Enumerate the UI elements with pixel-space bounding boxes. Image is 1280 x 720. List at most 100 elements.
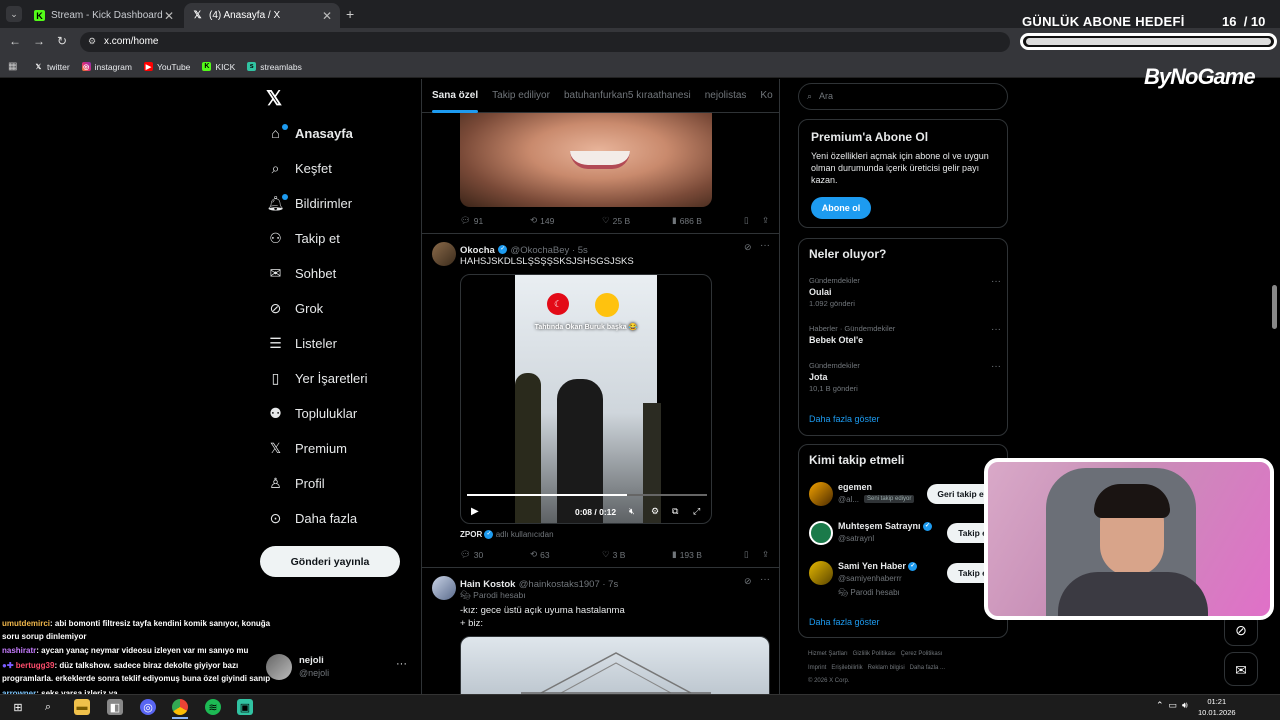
like-button[interactable]: ♡ 3 B — [602, 549, 672, 560]
more-icon[interactable]: ··· — [760, 240, 770, 251]
bookmark-youtube[interactable]: ▶ YouTube — [144, 62, 190, 72]
trend-count: 10,1 B gönderi — [809, 384, 858, 393]
tab-kick-dashboard[interactable]: K Stream - Kick Dashboard ✕ — [26, 3, 182, 28]
footer-links[interactable]: Hizmet Şartları Gizlilik Politikası Çere… — [808, 651, 942, 657]
grok-icon[interactable]: ⊘ — [744, 576, 752, 587]
sidebar-item-listeler[interactable]: ☰ Listeler — [268, 328, 337, 358]
close-icon[interactable]: ✕ — [164, 9, 174, 23]
more-icon[interactable]: ··· — [396, 658, 407, 670]
mute-icon[interactable]: 🔇︎ — [629, 506, 635, 517]
avatar[interactable] — [809, 521, 833, 545]
suggestion-name[interactable]: egemen — [838, 482, 872, 492]
search-input[interactable]: ⌕ Ara — [798, 83, 1008, 110]
app-icon[interactable]: ◧ — [107, 699, 123, 715]
views-button[interactable]: ▮ 193 B — [672, 549, 744, 560]
share-icon[interactable]: ⇪ — [762, 549, 769, 560]
bookmark-icon[interactable]: ▯ — [744, 215, 762, 226]
fullscreen-icon[interactable]: ⤢ — [693, 506, 700, 517]
reply-button[interactable]: 💬︎ 30 — [460, 549, 530, 560]
reply-button[interactable]: 💬︎ 91 — [460, 215, 530, 226]
footer-links[interactable]: Imprint Erişilebilirlik Reklam bilgisi D… — [808, 665, 945, 671]
sidebar-item-profil[interactable]: ♙ Profil — [268, 468, 324, 498]
settings-icon[interactable]: ⚙ — [651, 506, 659, 517]
discord-icon[interactable]: ◎ — [140, 699, 156, 715]
subscribe-button[interactable]: Abone ol — [811, 197, 871, 219]
tab-list-2[interactable]: nejolistas — [705, 90, 747, 101]
forward-button[interactable]: → — [33, 34, 45, 48]
trend-item[interactable]: Haberler · Gündemdekiler Bebek Otel'e ··… — [809, 324, 1001, 354]
tab-x-home[interactable]: 𝕏 (4) Anasayfa / X ✕ — [184, 3, 340, 28]
retweet-button[interactable]: ⟲ 63 — [530, 549, 602, 560]
sidebar-item-premium[interactable]: 𝕏 Premium — [268, 433, 347, 463]
sidebar-item-sohbet[interactable]: ✉ Sohbet — [268, 258, 337, 288]
system-clock[interactable]: 01:21 10.01.2026 — [1198, 696, 1236, 718]
sidebar-item-daha-fazla[interactable]: ⊙ Daha fazla — [268, 503, 358, 533]
trend-item[interactable]: Gündemdekiler Jota 10,1 B gönderi ··· — [809, 361, 1001, 397]
retweet-button[interactable]: ⟲ 149 — [530, 215, 602, 226]
like-button[interactable]: ♡ 25 B — [602, 215, 672, 226]
streamlabs-icon[interactable]: ▣ — [237, 699, 253, 715]
tweet-image[interactable] — [460, 636, 770, 694]
bookmark-twitter[interactable]: 𝕏twitter — [34, 62, 70, 72]
tweet-avatar[interactable] — [432, 242, 456, 266]
feed-tabs: Sana özel Takip ediliyor batuhanfurkan5 … — [422, 79, 779, 113]
grok-icon[interactable]: ⊘ — [744, 242, 752, 253]
sidebar-item-grok[interactable]: ⊘ Grok — [268, 293, 324, 323]
chrome-icon[interactable] — [172, 699, 188, 715]
account-switcher[interactable]: nejoli @nejoli ··· — [266, 650, 416, 684]
trend-item[interactable]: Gündemdekiler Oulai 1.092 gönderi ··· — [809, 276, 1001, 312]
pip-icon[interactable]: ⧉ — [672, 506, 678, 517]
show-more-link[interactable]: Daha fazla göster — [809, 617, 880, 627]
site-info-icon[interactable]: ⚙ — [88, 36, 96, 47]
tab-for-you[interactable]: Sana özel — [432, 90, 479, 113]
close-icon[interactable]: ✕ — [322, 9, 332, 23]
system-tray[interactable]: ⌃▭🔊︎ — [1156, 700, 1193, 711]
tab-search-button[interactable]: ⌄ — [6, 6, 22, 22]
file-explorer-icon[interactable]: ▬ — [74, 699, 90, 715]
spotify-icon[interactable]: ≋ — [205, 699, 221, 715]
bookmark-icon[interactable]: ▯ — [744, 549, 762, 560]
tweet-avatar[interactable] — [432, 576, 456, 600]
back-button[interactable]: ← — [9, 34, 21, 48]
tab-list-3[interactable]: Ko — [760, 90, 772, 101]
share-icon[interactable]: ⇪ — [762, 215, 769, 226]
source-user[interactable]: ZPOR — [460, 530, 482, 539]
sidebar-item-yer-i-şaretleri[interactable]: ▯ Yer İşaretleri — [268, 363, 368, 393]
bookmark-instagram[interactable]: ◎ instagram — [81, 62, 132, 72]
more-icon[interactable]: ··· — [760, 574, 770, 585]
url-input[interactable]: x.com/home — [80, 32, 1010, 52]
post-button[interactable]: Gönderi yayınla — [260, 546, 400, 577]
x-logo-icon[interactable]: 𝕏 — [266, 86, 282, 111]
bookmark-kick[interactable]: K KICK — [202, 62, 235, 72]
new-tab-button[interactable]: + — [346, 6, 354, 22]
reload-button[interactable]: ↻ — [57, 34, 67, 48]
sidebar-item-anasayfa[interactable]: ⌂ Anasayfa — [268, 118, 353, 148]
windows-start-icon[interactable]: ⊞ — [10, 699, 26, 715]
tab-list-1[interactable]: batuhanfurkan5 kıraathanesi — [564, 90, 691, 101]
sidebar-item-takip-et[interactable]: ⚇ Takip et — [268, 223, 340, 253]
sidebar-item-keşfet[interactable]: ⌕ Keşfet — [268, 153, 332, 183]
views-button[interactable]: ▮ 686 B — [672, 215, 744, 226]
suggestion-name[interactable]: Muhteşem Satraynı — [838, 521, 921, 531]
sidebar-item-bildirimler[interactable]: 🔔︎ Bildirimler — [267, 188, 352, 218]
bookmark-streamlabs[interactable]: s streamlabs — [247, 62, 302, 72]
show-more-link[interactable]: Daha fazla göster — [809, 414, 880, 424]
scrollbar[interactable] — [1272, 285, 1277, 329]
suggestion-name[interactable]: Sami Yen Haber — [838, 561, 906, 571]
sidebar-item-topluluklar[interactable]: ⚉ Topluluklar — [268, 398, 357, 428]
avatar[interactable] — [809, 482, 833, 506]
play-icon[interactable]: ▶ — [471, 506, 479, 517]
tweet-author[interactable]: Okocha — [460, 245, 495, 256]
more-icon[interactable]: ··· — [991, 276, 1001, 287]
messages-fab[interactable]: ✉ — [1224, 652, 1258, 686]
search-icon[interactable]: ⌕ — [40, 699, 56, 715]
tweet-image[interactable] — [460, 113, 712, 207]
avatar[interactable] — [809, 561, 833, 585]
more-icon[interactable]: ··· — [991, 324, 1001, 335]
tab-following[interactable]: Takip ediliyor — [492, 90, 550, 101]
person-icon: ♙ — [269, 474, 282, 491]
tweet-author[interactable]: Hain Kostok — [460, 579, 515, 590]
tweet-video[interactable]: ☾ Tahtında Okan Buruk başka 😂 ▶ 0:08 / 0… — [460, 274, 712, 524]
more-icon[interactable]: ··· — [991, 361, 1001, 372]
apps-grid-icon[interactable]: ▦ — [8, 61, 17, 72]
